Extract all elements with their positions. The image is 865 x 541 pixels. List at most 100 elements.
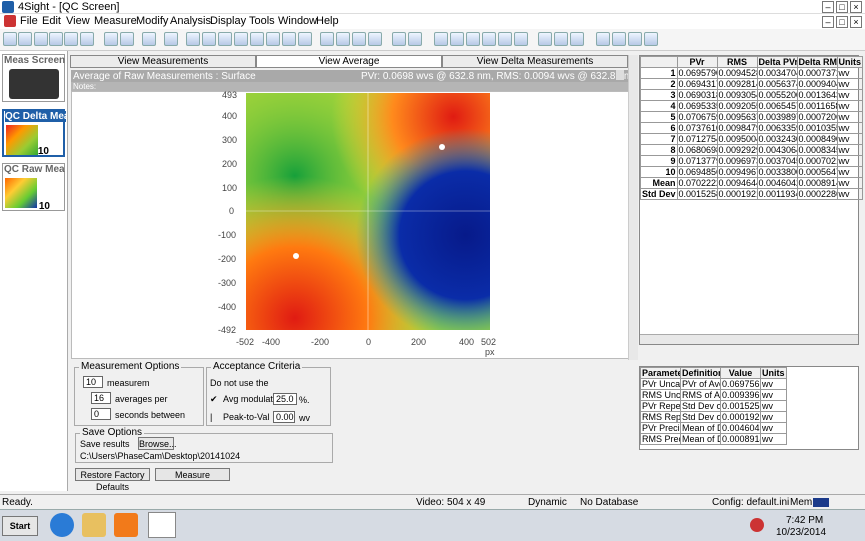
tab-view-measurements[interactable]: View Measurements	[70, 55, 256, 68]
zoom-out-icon[interactable]	[336, 32, 350, 46]
table-row[interactable]: Mean 0.0702222 0.0094644 0.0046042 0.0008914…	[640, 177, 864, 189]
thumb-qc-delta[interactable]: QC Delta Meas 10	[2, 109, 66, 157]
table-row[interactable]: 10 0.0694856 0.0094967 0.0033800 0.0005647 wv	[640, 166, 864, 178]
explorer-icon[interactable]	[82, 513, 106, 537]
tab-view-delta[interactable]: View Delta Measurements	[442, 55, 628, 68]
menu-display[interactable]: Display	[210, 15, 246, 27]
menu-help[interactable]: Help	[316, 15, 339, 27]
next-icon[interactable]	[628, 32, 642, 46]
thumb-meas-screen[interactable]: Meas Screen	[2, 54, 65, 102]
table-row[interactable]: 9 0.0713779 0.0096973 0.0037045 0.0007021 wv	[640, 155, 864, 167]
view-3d-icon[interactable]	[450, 32, 464, 46]
check-icon[interactable]	[142, 32, 156, 46]
table-row[interactable]: RMS PrecisionMean of Delta RMS0.0008914w…	[640, 433, 787, 445]
4sight-taskbar-icon[interactable]	[148, 512, 176, 538]
grid-hscrollbar[interactable]	[640, 334, 858, 344]
table-row[interactable]: 3 0.0690318 0.0093054 0.0055200 0.0013643 wv	[640, 89, 864, 101]
measure-count-input[interactable]: 10	[83, 376, 103, 388]
save-icon[interactable]	[34, 32, 48, 46]
doc-close-button[interactable]: ×	[850, 16, 862, 28]
prev-icon[interactable]	[612, 32, 626, 46]
table-row[interactable]: 4 0.0695335 0.0092055 0.0065457 0.0011658 wv	[640, 100, 864, 112]
table-row[interactable]: PVr RepeatabilityStd Dev of PVr0.0015258…	[640, 400, 787, 412]
minimize-button[interactable]: –	[822, 1, 834, 13]
table-row[interactable]: 1 0.0695790 0.0094528 0.0034704 0.0007372 wv	[640, 67, 864, 79]
view-2d-icon[interactable]	[434, 32, 448, 46]
palette-icon[interactable]	[234, 32, 248, 46]
table-row[interactable]: PVr Uncalibrated APVr of Average S0.0697…	[640, 378, 787, 390]
roi-icon[interactable]	[368, 32, 382, 46]
menu-modify[interactable]: Modify	[136, 15, 168, 27]
table-row[interactable]: 7 0.0712754 0.0095004 0.0032430 0.0008490 wv	[640, 133, 864, 145]
measure-icon[interactable]	[186, 32, 200, 46]
settings-icon[interactable]	[120, 32, 134, 46]
run-icon[interactable]	[538, 32, 552, 46]
grid-icon[interactable]	[498, 32, 512, 46]
ptv-checkbox[interactable]: |	[210, 412, 212, 422]
table-row[interactable]: PVr PrecisionMean of Delta PVr0.0046042w…	[640, 422, 787, 434]
maximize-button[interactable]: □	[836, 1, 848, 13]
seconds-input[interactable]: 0	[91, 408, 111, 420]
avg-count-input[interactable]: 16	[91, 392, 111, 404]
stop-icon[interactable]	[570, 32, 584, 46]
clock-date[interactable]: 10/23/2014	[776, 527, 826, 538]
copy-icon[interactable]	[64, 32, 78, 46]
menu-view[interactable]: View	[66, 15, 90, 27]
text-icon[interactable]	[482, 32, 496, 46]
filter-icon[interactable]	[218, 32, 232, 46]
mask-icon[interactable]	[266, 32, 280, 46]
menu-measure[interactable]: Measure	[94, 15, 137, 27]
parameters-grid[interactable]: ParameterDefinitionValueUnitsPVr Uncalib…	[639, 366, 859, 450]
menu-window[interactable]: Window	[278, 15, 317, 27]
restore-defaults-button[interactable]: Restore Factory Defaults	[75, 468, 150, 492]
column-header[interactable]: Units	[836, 56, 864, 68]
results-grid[interactable]: PVrRMSDelta PVrDelta RMSUnits10.06957900…	[639, 55, 864, 345]
measure-button[interactable]: Measure	[155, 468, 230, 481]
back-icon[interactable]	[3, 32, 17, 46]
ava-checkbox[interactable]: ✔	[210, 394, 218, 405]
menu-tools[interactable]: Tools	[249, 15, 275, 27]
zoom-icon[interactable]	[320, 32, 334, 46]
ptv-input[interactable]: 0.00	[273, 411, 295, 423]
column-header[interactable]: Parameter	[640, 367, 681, 379]
column-header[interactable]: Delta PVr	[756, 56, 798, 68]
new-icon[interactable]	[104, 32, 118, 46]
table-row[interactable]: RMS Uncalibrated ARMS of Average S0.0093…	[640, 389, 787, 401]
paste-icon[interactable]	[80, 32, 94, 46]
plot-scrollbar[interactable]	[628, 55, 638, 360]
table-icon[interactable]	[514, 32, 528, 46]
thumb-qc-raw[interactable]: QC Raw Meas 10	[2, 163, 65, 212]
table-row[interactable]: 8 0.0680698 0.0092929 0.0043064 0.0008345 wv	[640, 144, 864, 156]
tool-icon[interactable]	[298, 32, 312, 46]
window-icon[interactable]	[596, 32, 610, 46]
unlink-icon[interactable]	[408, 32, 422, 46]
step-icon[interactable]	[554, 32, 568, 46]
column-header[interactable]: Units	[760, 367, 787, 379]
close-button[interactable]: ×	[850, 1, 862, 13]
browse-button[interactable]: Browse...	[138, 437, 177, 450]
ie-icon[interactable]	[50, 513, 74, 537]
forward-icon[interactable]	[18, 32, 32, 46]
column-header[interactable]	[640, 56, 678, 68]
table-row[interactable]: Std Dev 0.0015258 0.0001921 0.0011934 0.0002…	[640, 188, 864, 200]
column-header[interactable]: PVr	[676, 56, 718, 68]
column-header[interactable]: Value	[720, 367, 761, 379]
column-header[interactable]: RMS	[716, 56, 758, 68]
surface-plot[interactable]: 493 400 300 200 100 0 -100 -200 -300 -40…	[71, 90, 634, 359]
clock-time[interactable]: 7:42 PM	[786, 515, 823, 526]
start-button[interactable]: Start	[2, 516, 38, 536]
media-player-icon[interactable]	[114, 513, 138, 537]
arrow-icon[interactable]	[164, 32, 178, 46]
pen-icon[interactable]	[282, 32, 296, 46]
column-header[interactable]: Delta RMS	[796, 56, 838, 68]
notification-icon[interactable]	[750, 518, 764, 532]
table-row[interactable]: 5 0.0706759 0.0095637 0.0039897 0.0007206 wv	[640, 111, 864, 123]
table-row[interactable]: 2 0.0694317 0.0092814 0.0056374 0.0009404 wv	[640, 78, 864, 90]
doc-restore-button[interactable]: □	[836, 16, 848, 28]
menu-edit[interactable]: Edit	[42, 15, 61, 27]
table-row[interactable]: RMS RepeatabilityStd Dev of RMS0.0001921…	[640, 411, 787, 423]
notes-bar[interactable]: Notes:	[71, 82, 634, 91]
menu-file[interactable]: File	[20, 15, 38, 27]
crop-icon[interactable]	[250, 32, 264, 46]
contour-icon[interactable]	[466, 32, 480, 46]
